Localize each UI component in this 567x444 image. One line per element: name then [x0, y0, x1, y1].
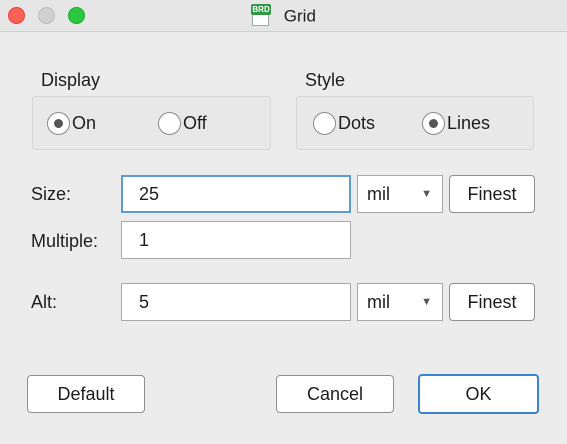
- alt-unit-select[interactable]: mil ▼: [357, 283, 443, 321]
- display-off-label: Off: [183, 113, 207, 133]
- brd-file-icon: BRD: [251, 4, 272, 27]
- alt-unit-value: mil: [367, 292, 390, 312]
- window-title: Grid: [283, 6, 316, 26]
- size-unit-value: mil: [367, 184, 390, 204]
- multiple-label: Multiple:: [31, 231, 99, 251]
- chevron-down-icon: ▼: [421, 188, 432, 200]
- ok-button[interactable]: OK: [418, 374, 539, 414]
- size-unit-select[interactable]: mil ▼: [357, 175, 443, 213]
- alt-input[interactable]: 5: [121, 283, 351, 321]
- radio-checked-icon: [422, 112, 445, 135]
- style-lines-radio[interactable]: Lines: [422, 112, 490, 135]
- alt-label: Alt:: [31, 292, 58, 312]
- display-on-radio[interactable]: On: [47, 112, 96, 135]
- size-finest-button[interactable]: Finest: [449, 175, 535, 213]
- size-input[interactable]: 25: [121, 175, 351, 213]
- cancel-button[interactable]: Cancel: [276, 375, 394, 413]
- display-on-label: On: [72, 113, 97, 133]
- chevron-down-icon: ▼: [421, 296, 432, 308]
- style-heading: Style: [305, 70, 346, 90]
- style-dots-radio[interactable]: Dots: [313, 112, 375, 135]
- radio-unchecked-icon: [158, 112, 181, 135]
- display-off-radio[interactable]: Off: [158, 112, 207, 135]
- default-button[interactable]: Default: [27, 375, 145, 413]
- title-bar: BRD Grid: [0, 0, 567, 32]
- radio-unchecked-icon: [313, 112, 336, 135]
- window-title-area: BRD Grid: [0, 4, 567, 27]
- alt-finest-button[interactable]: Finest: [449, 283, 535, 321]
- style-dots-label: Dots: [338, 113, 376, 133]
- display-heading: Display: [41, 70, 101, 90]
- size-label: Size:: [31, 184, 72, 204]
- style-lines-label: Lines: [447, 113, 491, 133]
- multiple-input[interactable]: 1: [121, 221, 351, 259]
- radio-checked-icon: [47, 112, 70, 135]
